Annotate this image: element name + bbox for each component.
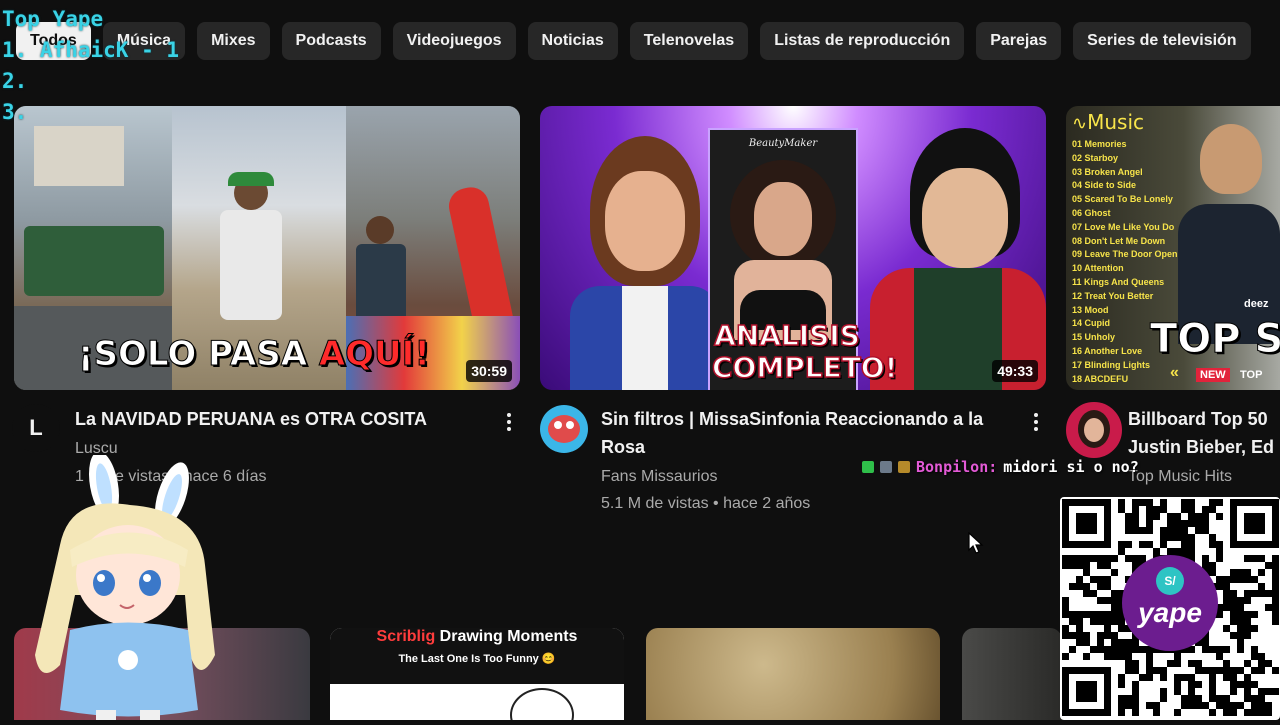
video-thumbnail-3[interactable]: ∿Music 01 Memories 02 Starboy 03 Broken An… bbox=[1066, 106, 1280, 390]
track-item: 10 Attention bbox=[1072, 263, 1124, 274]
chip-podcasts[interactable]: Podcasts bbox=[281, 22, 381, 60]
thumb-brand-text: Music bbox=[1087, 110, 1144, 134]
overlay-title: Top Yape bbox=[2, 7, 104, 31]
avatar-letter: L bbox=[29, 415, 43, 440]
channel-avatar-topmusichits[interactable] bbox=[1066, 402, 1122, 458]
duration-badge: 49:33 bbox=[992, 360, 1038, 382]
thumb-person-left bbox=[560, 136, 730, 390]
thumb-title: Scriblig Drawing Moments The Last One Is… bbox=[330, 628, 624, 684]
thumb-brand: ∿Music bbox=[1072, 110, 1144, 134]
chat-username: Bonpilon: bbox=[916, 458, 998, 476]
filter-chips-bar: Todos Música Mixes Podcasts Videojuegos … bbox=[16, 22, 1280, 60]
yape-brand: yape bbox=[1138, 597, 1202, 628]
check-badge-icon bbox=[862, 461, 874, 473]
music-wave-icon: ∿ bbox=[1072, 113, 1088, 134]
chip-series[interactable]: Series de televisión bbox=[1073, 22, 1251, 60]
track-item: 06 Ghost bbox=[1072, 207, 1111, 218]
thumb-caption: ¡SOLO PASA AQUÍ! bbox=[78, 334, 431, 375]
top-tag: TOP bbox=[1240, 369, 1263, 381]
mouse-cursor-icon bbox=[968, 532, 984, 554]
vtuber-avatar bbox=[35, 455, 215, 720]
more-options-icon[interactable] bbox=[1026, 410, 1046, 434]
sword-badge-icon bbox=[880, 461, 892, 473]
track-item: 07 Love Me Like You Do bbox=[1072, 221, 1175, 232]
new-tag: NEW bbox=[1196, 368, 1230, 382]
more-options-icon[interactable] bbox=[499, 410, 519, 434]
track-item: 01 Memories bbox=[1072, 139, 1127, 149]
thumb-caption: ANALISIS COMPLETO! bbox=[711, 319, 898, 385]
video-thumbnail-7[interactable] bbox=[962, 628, 1062, 720]
top-donors-overlay: Top Yape 1. AfhaicK - 1 2. 3. bbox=[2, 4, 179, 128]
thumb-caption-part-a: ¡SOLO PASA bbox=[78, 334, 319, 375]
chat-message: Bonpilon: midori si o no? bbox=[862, 458, 1139, 476]
track-item: 18 ABCDEFU bbox=[1072, 373, 1129, 384]
chip-mixes[interactable]: Mixes bbox=[197, 22, 270, 60]
track-item: 12 Treat You Better bbox=[1072, 290, 1154, 301]
thumb-subtitle: The Last One Is Too Funny 😊 bbox=[398, 653, 556, 665]
overlay-line-1: 1. AfhaicK - 1 bbox=[2, 38, 180, 62]
video-title-3[interactable]: Billboard Top 50 Justin Bieber, Ed bbox=[1128, 405, 1280, 461]
channel-name-3[interactable]: Top Music Hits bbox=[1128, 463, 1232, 491]
yape-badge: S/ bbox=[1156, 567, 1184, 595]
channel-avatar-missaurios[interactable] bbox=[540, 405, 588, 453]
video-meta-2: 5.1 M de vistas • hace 2 años bbox=[601, 495, 811, 512]
thumb-title-a: Scriblig bbox=[376, 628, 436, 645]
chest-badge-icon bbox=[898, 461, 910, 473]
channel-avatar-luscu[interactable]: L bbox=[12, 404, 60, 452]
sketch-drawing bbox=[510, 688, 574, 720]
deezer-label: deez bbox=[1244, 298, 1269, 310]
channel-name-2[interactable]: Fans Missaurios bbox=[601, 463, 717, 491]
thumb-card-label: BeautyMaker bbox=[748, 138, 818, 149]
track-item: 08 Don't Let Me Down bbox=[1072, 235, 1166, 246]
chip-telenovelas[interactable]: Telenovelas bbox=[629, 22, 749, 60]
chip-videojuegos[interactable]: Videojuegos bbox=[392, 22, 516, 60]
chip-noticias[interactable]: Noticias bbox=[527, 22, 618, 60]
track-item: 09 Leave The Door Open bbox=[1072, 249, 1178, 260]
chip-parejas[interactable]: Parejas bbox=[976, 22, 1062, 60]
overlay-line-3: 3. bbox=[2, 100, 28, 124]
duration-badge: 30:59 bbox=[466, 360, 512, 382]
video-title-1[interactable]: La NAVIDAD PERUANA es OTRA COSITA bbox=[75, 405, 495, 433]
video-thumbnail-6[interactable] bbox=[646, 628, 940, 720]
thumb-caption-part-b: AQUÍ! bbox=[318, 334, 430, 375]
chat-text: midori si o no? bbox=[1003, 458, 1139, 476]
track-item: 02 Starboy bbox=[1072, 152, 1119, 163]
video-thumbnail-5[interactable]: Scriblig Drawing Moments The Last One Is… bbox=[330, 628, 624, 720]
overlay-line-2: 2. bbox=[2, 69, 28, 93]
thumb-title-b: Drawing Moments bbox=[435, 628, 578, 645]
video-thumbnail-2[interactable]: BeautyMaker ANALISIS COMPLETO! 49:33 bbox=[540, 106, 1046, 390]
thumb-caption: TOP SO bbox=[1149, 316, 1280, 363]
track-item: 04 Side to Side bbox=[1072, 180, 1137, 191]
chevrons-icon: « bbox=[1170, 364, 1179, 381]
yape-qr-code: S/ yape bbox=[1060, 497, 1280, 720]
video-thumbnail-1[interactable]: ¡SOLO PASA AQUÍ! 30:59 bbox=[14, 106, 520, 390]
track-item: 03 Broken Angel bbox=[1072, 166, 1143, 177]
new-tag-label: NEW bbox=[1200, 369, 1226, 381]
video-title-2[interactable]: Sin filtros | MissaSinfonia Reaccionando… bbox=[601, 405, 1021, 461]
yape-logo: S/ yape bbox=[1122, 555, 1218, 651]
track-item: 11 Kings And Queens bbox=[1072, 276, 1165, 287]
chip-listas[interactable]: Listas de reproducción bbox=[760, 22, 965, 60]
track-item: 05 Scared To Be Lonely bbox=[1072, 194, 1173, 205]
